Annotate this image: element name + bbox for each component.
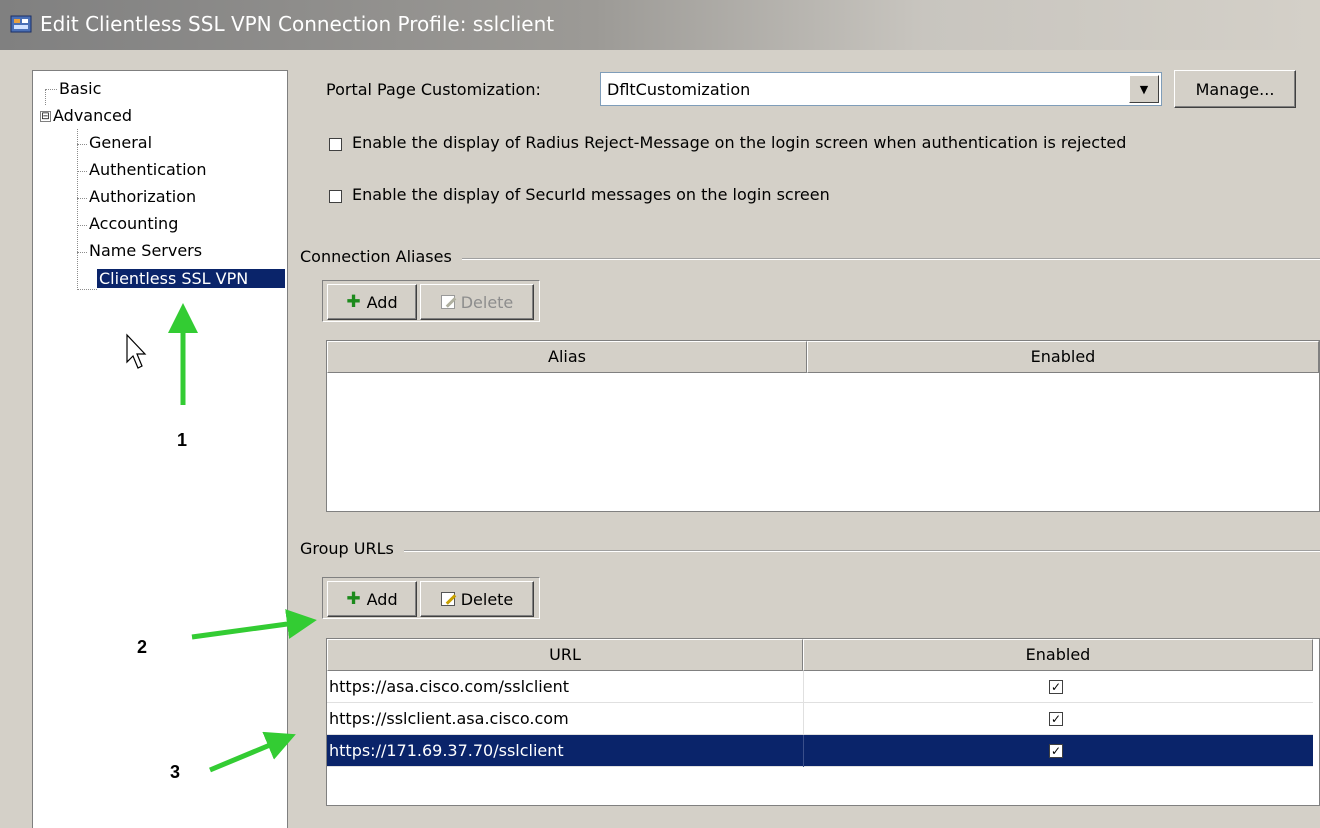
annotation-arrow-2 xyxy=(191,609,317,640)
mouse-cursor-icon xyxy=(126,333,147,369)
annotation-overlay xyxy=(126,303,317,773)
annotation-arrow-3 xyxy=(209,731,296,773)
annotation-label-2: 2 xyxy=(137,637,148,657)
annotation-label-1: 1 xyxy=(177,430,188,450)
annotation-label-3: 3 xyxy=(170,762,181,782)
